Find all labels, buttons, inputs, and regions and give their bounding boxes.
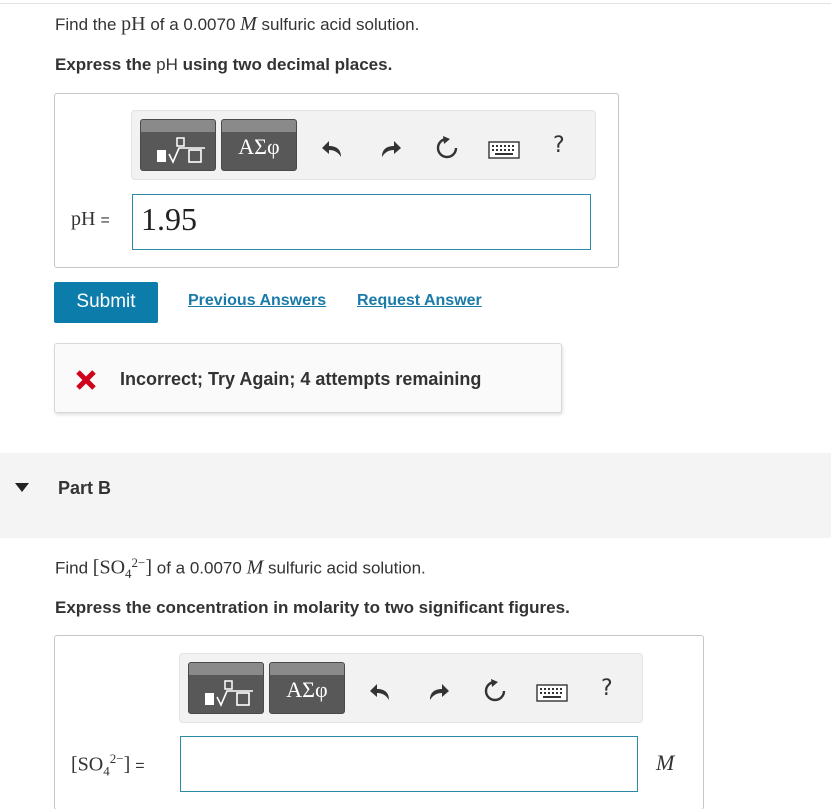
templates-button[interactable] <box>188 662 264 714</box>
top-divider <box>0 3 831 4</box>
templates-button[interactable] <box>140 119 216 171</box>
undo-icon[interactable] <box>320 136 346 162</box>
part-b-question: Find [SO42−] of a 0.0070 M sulfuric acid… <box>55 555 426 582</box>
greek-symbols-button[interactable]: ΑΣφ <box>221 119 297 171</box>
help-icon[interactable]: ? <box>601 676 613 701</box>
greek-symbols-button[interactable]: ΑΣφ <box>269 662 345 714</box>
greek-symbols-icon: ΑΣφ <box>286 677 328 702</box>
molarity-unit: M <box>656 750 675 775</box>
feedback-panel: Incorrect; Try Again; 4 attempts remaini… <box>54 343 562 413</box>
part-a-math-toolbar: ΑΣφ ? <box>131 110 596 180</box>
part-a-answer-box: ΑΣφ ? pH = 1.95 <box>54 93 619 268</box>
keyboard-icon[interactable] <box>536 684 568 702</box>
templates-icon <box>157 137 205 164</box>
undo-icon[interactable] <box>368 679 394 705</box>
part-b-instruction: Express the concentration in molarity to… <box>55 598 570 617</box>
part-a-question: Find the pH of a 0.0070 M sulfuric acid … <box>55 13 420 35</box>
previous-answers-link[interactable]: Previous Answers <box>188 292 326 310</box>
ph-answer-input[interactable]: 1.95 <box>132 194 591 250</box>
part-a-instruction: Express the pH using two decimal places. <box>55 55 393 74</box>
keyboard-icon[interactable] <box>488 141 520 159</box>
reset-icon[interactable] <box>434 135 460 161</box>
part-b-title: Part B <box>58 478 112 498</box>
ph-input-label: pH = <box>71 208 110 230</box>
submit-button[interactable]: Submit <box>54 282 158 323</box>
redo-icon[interactable] <box>425 679 451 705</box>
part-b-answer-box: ΑΣφ ? [SO42−] = M <box>54 635 704 809</box>
collapse-caret-icon[interactable] <box>15 483 29 493</box>
feedback-message: Incorrect; Try Again; 4 attempts remaini… <box>120 369 482 389</box>
reset-icon[interactable] <box>482 678 508 704</box>
sulfate-input-label: [SO42−] = <box>71 751 145 779</box>
sulfate-answer-input[interactable] <box>180 736 638 792</box>
help-icon[interactable]: ? <box>553 133 565 158</box>
part-b-math-toolbar: ΑΣφ ? <box>179 653 643 723</box>
incorrect-x-icon <box>76 370 96 390</box>
redo-icon[interactable] <box>377 136 403 162</box>
greek-symbols-icon: ΑΣφ <box>238 134 280 159</box>
templates-icon <box>205 680 253 707</box>
request-answer-link[interactable]: Request Answer <box>357 292 482 310</box>
part-b-header[interactable]: Part B <box>0 453 831 538</box>
